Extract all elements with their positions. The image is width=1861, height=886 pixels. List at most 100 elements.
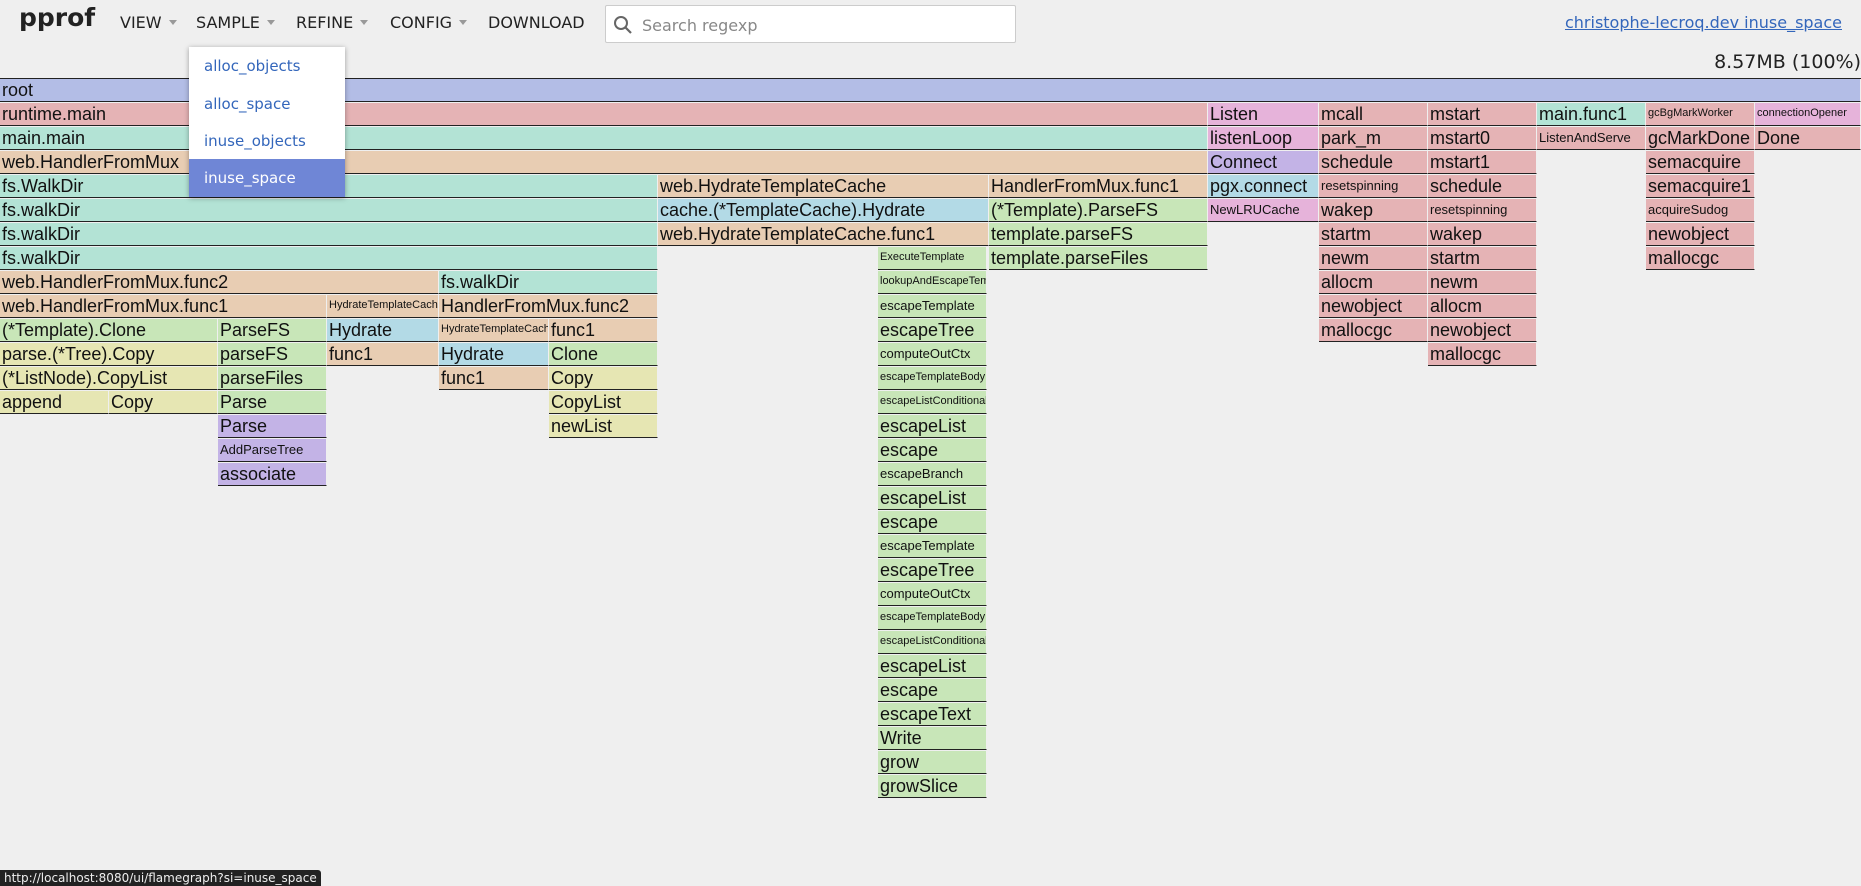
flame-frame[interactable]: Copy [549,367,658,390]
flame-frame[interactable]: escapeTemplate [878,535,987,558]
flame-frame[interactable]: mallocgc [1646,247,1755,270]
flame-frame[interactable]: (*Template).Clone [0,319,218,342]
flame-frame[interactable]: mstart [1428,103,1537,126]
flame-frame[interactable]: gcMarkDone [1646,127,1755,150]
flame-frame[interactable]: Copy [109,391,218,414]
flame-frame[interactable]: mallocgc [1428,343,1537,366]
flame-frame[interactable]: main.main [0,127,1208,150]
flame-frame[interactable]: parseFiles [218,367,327,390]
flame-frame[interactable]: connectionOpener [1755,103,1861,126]
flame-frame[interactable]: newobject [1646,223,1755,246]
flame-frame[interactable]: (*Template).ParseFS [989,199,1208,222]
flame-frame[interactable]: parse.(*Tree).Copy [0,343,218,366]
flame-frame[interactable]: fs.walkDir [0,247,658,270]
flame-frame[interactable]: template.parseFS [989,223,1208,246]
flame-frame[interactable]: web.HydrateTemplateCache [658,175,989,198]
flame-frame[interactable]: ParseFS [218,319,327,342]
flame-frame[interactable]: escape [878,679,987,702]
flame-frame[interactable]: Parse [218,415,327,438]
flame-frame[interactable]: escapeTree [878,319,987,342]
flame-frame[interactable]: escapeTemplateBody [878,607,987,630]
flame-frame[interactable]: newobject [1428,319,1537,342]
flame-frame[interactable]: HandlerFromMux.func2 [439,295,658,318]
flame-frame[interactable]: semacquire1 [1646,175,1755,198]
flame-frame[interactable]: wakep [1319,199,1428,222]
flame-frame[interactable]: wakep [1428,223,1537,246]
flame-frame[interactable]: escapeListConditionally [878,631,987,654]
flame-frame[interactable]: template.parseFiles [989,247,1208,270]
view-menu[interactable]: VIEW [120,13,177,32]
flame-frame[interactable]: mcall [1319,103,1428,126]
flame-frame[interactable]: startm [1319,223,1428,246]
flame-frame[interactable]: (*ListNode).CopyList [0,367,218,390]
flame-frame[interactable]: escapeTree [878,559,987,582]
flame-frame[interactable]: Connect [1208,151,1319,174]
flame-frame[interactable]: escapeBranch [878,463,987,486]
flame-frame[interactable]: grow [878,751,987,774]
flame-frame[interactable]: escapeText [878,703,987,726]
flame-frame[interactable]: Listen [1208,103,1319,126]
flame-frame[interactable]: escapeList [878,655,987,678]
sample-menu[interactable]: SAMPLE [196,13,275,32]
flame-frame[interactable]: newm [1428,271,1537,294]
flame-frame[interactable]: semacquire [1646,151,1755,174]
profile-title-link[interactable]: christophe-lecroq.dev inuse_space [1565,13,1842,32]
flame-frame[interactable]: func1 [439,367,549,390]
flame-frame[interactable]: escape [878,439,987,462]
flame-frame[interactable]: HydrateTemplateCache [439,319,549,342]
flame-frame[interactable]: web.HandlerFromMux [0,151,1208,174]
flame-frame[interactable]: fs.walkDir [0,199,658,222]
flame-frame[interactable]: parseFS [218,343,327,366]
flame-frame[interactable]: Hydrate [439,343,549,366]
flame-frame[interactable]: listenLoop [1208,127,1319,150]
flame-frame[interactable]: newobject [1319,295,1428,318]
flame-frame[interactable]: escapeList [878,487,987,510]
flame-frame[interactable]: mstart0 [1428,127,1537,150]
flame-frame[interactable]: runtime.main [0,103,1208,126]
flame-frame[interactable]: escapeTemplate [878,295,987,318]
flame-frame[interactable]: Hydrate [327,319,439,342]
flame-frame[interactable]: Write [878,727,987,750]
flame-frame[interactable]: newList [549,415,658,438]
flame-frame[interactable]: web.HandlerFromMux.func2 [0,271,439,294]
flame-frame[interactable]: newm [1319,247,1428,270]
search-input[interactable] [640,12,1004,38]
flame-frame[interactable]: HandlerFromMux.func1 [989,175,1208,198]
flame-frame[interactable]: allocm [1428,295,1537,318]
sample-option-inuse-objects[interactable]: inuse_objects [189,122,345,160]
flame-frame[interactable]: HydrateTemplateCache [327,295,439,318]
flame-frame[interactable]: acquireSudog [1646,199,1755,222]
flame-frame[interactable]: mstart1 [1428,151,1537,174]
flame-frame[interactable]: allocm [1319,271,1428,294]
download-menu[interactable]: DOWNLOAD [488,13,585,32]
flame-frame[interactable]: web.HandlerFromMux.func1 [0,295,327,318]
flame-frame[interactable]: ExecuteTemplate [878,247,987,270]
flame-frame[interactable]: resetspinning [1319,175,1428,198]
flame-frame[interactable]: cache.(*TemplateCache).Hydrate [658,199,989,222]
flame-frame[interactable]: startm [1428,247,1537,270]
flame-frame[interactable]: lookupAndEscapeTemplate [878,271,987,294]
flame-frame[interactable]: escapeList [878,415,987,438]
flame-frame[interactable]: computeOutCtx [878,583,987,606]
flame-frame[interactable]: NewLRUCache [1208,199,1319,222]
flame-frame[interactable]: Clone [549,343,658,366]
refine-menu[interactable]: REFINE [296,13,369,32]
flame-frame[interactable]: Done [1755,127,1861,150]
flame-frame[interactable]: func1 [327,343,439,366]
flame-frame[interactable]: pgx.connect [1208,175,1319,198]
flame-frame[interactable]: main.func1 [1537,103,1646,126]
flame-frame[interactable]: CopyList [549,391,658,414]
flame-frame[interactable]: associate [218,463,327,486]
sample-option-alloc-objects[interactable]: alloc_objects [189,47,345,85]
flame-frame[interactable]: growSlice [878,775,987,798]
flame-frame[interactable]: AddParseTree [218,439,327,462]
flame-frame[interactable]: escape [878,511,987,534]
flame-frame[interactable]: gcBgMarkWorker [1646,103,1755,126]
config-menu[interactable]: CONFIG [390,13,468,32]
flame-frame[interactable]: ListenAndServe [1537,127,1646,150]
flame-frame[interactable]: resetspinning [1428,199,1537,222]
flame-frame[interactable]: schedule [1428,175,1537,198]
flame-frame[interactable]: Parse [218,391,327,414]
flame-frame[interactable]: escapeListConditionally [878,391,987,414]
flame-frame[interactable]: web.HydrateTemplateCache.func1 [658,223,989,246]
